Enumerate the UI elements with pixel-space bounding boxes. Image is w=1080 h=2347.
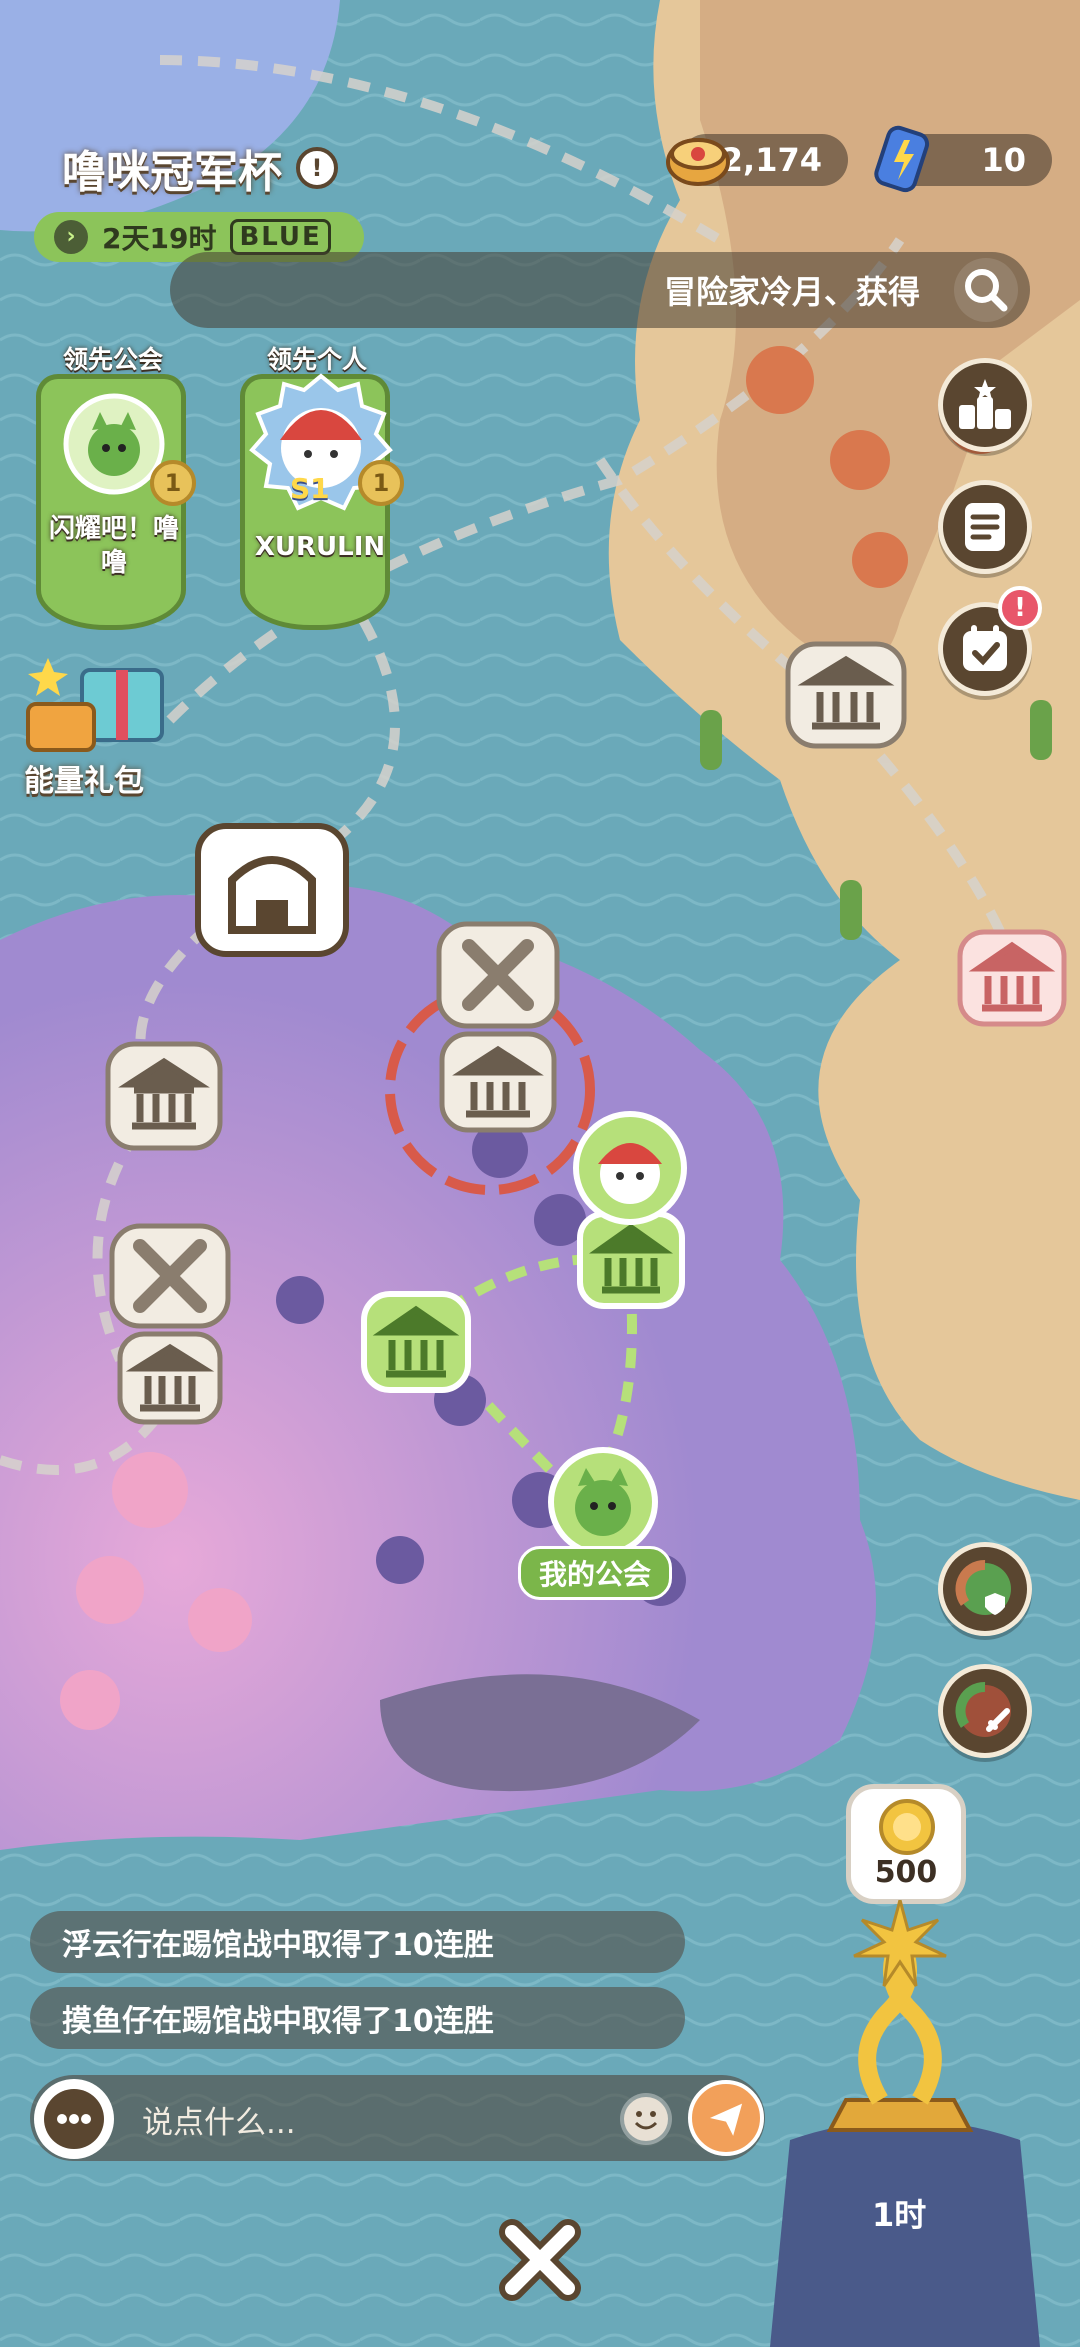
battle-target-node[interactable] <box>435 920 561 1030</box>
chevron-right-icon: › <box>54 220 88 254</box>
close-icon <box>499 2219 581 2301</box>
alert-badge-icon: ! <box>998 586 1042 630</box>
my-guild-label: 我的公会 <box>518 1546 673 1600</box>
tier-badge: BLUE <box>230 219 331 255</box>
player-avatar-marker[interactable] <box>570 1108 690 1228</box>
temple-node-west[interactable] <box>116 1330 224 1426</box>
reward-coin-amount: 500 <box>874 1855 938 1890</box>
chat-bar[interactable]: 说点什么... <box>30 2075 765 2161</box>
temple-node-desert-east[interactable] <box>956 928 1068 1028</box>
resource-canned-food[interactable]: 2,174 <box>666 134 848 186</box>
season-badge: S1 <box>290 472 330 505</box>
feed-item: 摸鱼仔在踢馆战中取得了10连胜 <box>30 1987 685 2049</box>
reward-timer: 1时 <box>872 2196 927 2234</box>
info-icon[interactable]: ! <box>296 147 338 189</box>
temple-node-desert[interactable] <box>784 640 908 750</box>
attack-mode-button[interactable] <box>938 1664 1032 1758</box>
news-ticker: 冒险家冷月、获得 <box>663 273 920 311</box>
temple-icon <box>105 1041 223 1151</box>
resource-energy[interactable]: 10 <box>874 125 1052 193</box>
my-guild-marker[interactable]: 我的公会 <box>518 1446 688 1600</box>
crossed-swords-icon <box>109 1223 231 1329</box>
event-title-row[interactable]: 噜咪冠军杯 ! <box>62 136 338 200</box>
send-button[interactable] <box>688 2080 764 2156</box>
send-icon <box>709 2103 743 2136</box>
battle-target-temple[interactable] <box>438 1030 558 1134</box>
leading-player-card[interactable]: 领先个人 S1 1 XURULIN <box>232 340 412 630</box>
trophy-icon <box>770 1894 1040 2347</box>
palace-icon <box>195 823 349 957</box>
search-bar[interactable]: 冒险家冷月、获得 <box>170 252 1030 328</box>
energy-drink-icon <box>874 125 930 193</box>
energy-count: 10 <box>981 141 1026 179</box>
search-icon[interactable] <box>954 258 1018 322</box>
leading-guild-card[interactable]: 领先公会 1 闪耀吧！噜噜 <box>28 340 198 630</box>
leading-player-name: XURULIN <box>254 532 386 562</box>
leading-guild-name: 闪耀吧！噜噜 <box>48 514 179 578</box>
canned-food-count: 2,174 <box>720 141 822 179</box>
emoji-icon[interactable] <box>620 2093 672 2145</box>
battle-node-west[interactable] <box>108 1222 232 1330</box>
gift-box-icon <box>26 658 164 752</box>
sword-icon <box>955 1681 1011 1737</box>
energy-gift-button[interactable]: 能量礼包 <box>18 650 188 800</box>
close-button[interactable] <box>490 2210 590 2310</box>
energy-gift-label: 能量礼包 <box>24 764 144 799</box>
ranking-button[interactable] <box>938 358 1032 452</box>
canned-food-icon <box>666 138 730 186</box>
shield-icon <box>955 1559 1011 1615</box>
trophy-pedestal[interactable]: 1时 <box>770 1894 1040 2347</box>
crossed-swords-icon <box>436 921 560 1029</box>
temple-icon <box>117 1331 223 1425</box>
temple-icon <box>361 1291 471 1393</box>
coin-icon <box>879 1799 935 1855</box>
leading-guild-label: 领先公会 <box>62 345 163 374</box>
reward-bubble[interactable]: 500 <box>846 1784 966 1904</box>
feed-text: 浮云行在踢馆战中取得了10连胜 <box>62 1928 494 1963</box>
defense-mode-button[interactable] <box>938 1542 1032 1636</box>
document-icon <box>965 503 1005 551</box>
rank-badge: 1 <box>150 460 196 506</box>
enemy-guild-node[interactable] <box>104 1040 224 1152</box>
chat-input[interactable]: 说点什么... <box>142 2097 296 2142</box>
event-title: 噜咪冠军杯 <box>62 147 282 198</box>
avatar <box>573 1111 687 1225</box>
calendar-check-icon <box>963 625 1007 671</box>
ellipsis-icon <box>44 2089 104 2149</box>
temple-icon <box>957 929 1067 1027</box>
rank-badge: 1 <box>358 460 404 506</box>
my-guild-temple-node[interactable] <box>360 1290 472 1394</box>
feed-text: 摸鱼仔在踢馆战中取得了10连胜 <box>62 2004 494 2039</box>
more-options-button[interactable] <box>34 2079 114 2159</box>
podium-icon <box>959 379 1011 429</box>
temple-icon <box>785 641 907 749</box>
feed-item: 浮云行在踢馆战中取得了10连胜 <box>30 1911 685 1973</box>
event-timer: 2天19时 <box>102 222 217 255</box>
temple-icon <box>439 1031 557 1133</box>
guild-hall-node[interactable] <box>192 820 352 960</box>
log-button[interactable] <box>938 480 1032 574</box>
